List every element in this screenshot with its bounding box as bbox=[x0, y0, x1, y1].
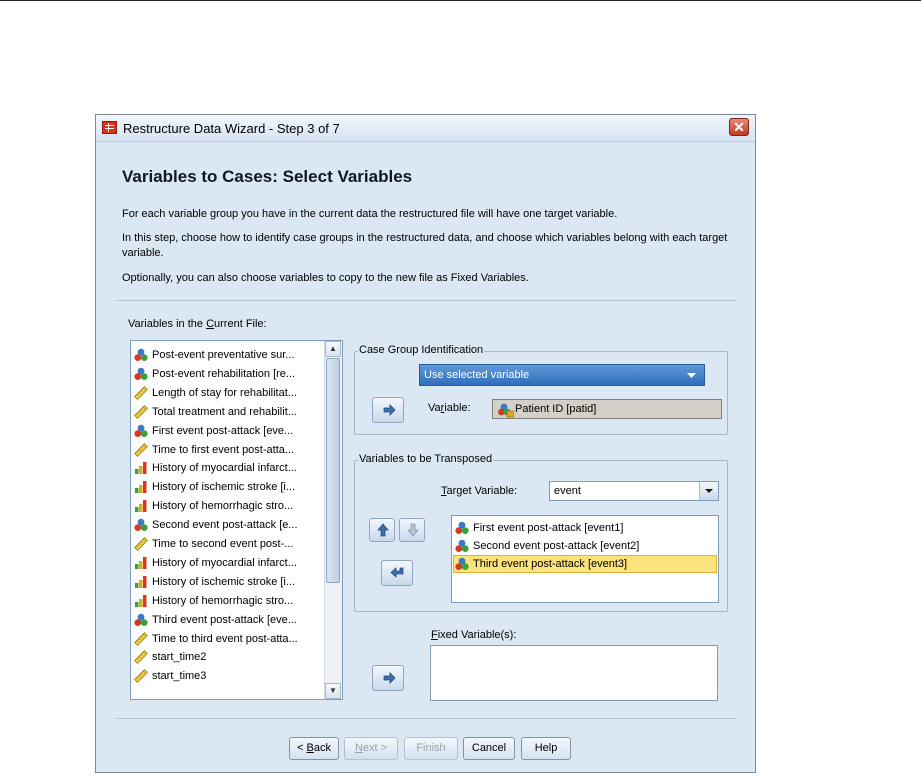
left-arrow-icon bbox=[390, 567, 404, 578]
footer-divider bbox=[116, 718, 736, 719]
source-list-item-label: History of ischemic stroke [i... bbox=[152, 575, 296, 588]
source-list-item-label: History of hemorrhagic stro... bbox=[152, 500, 294, 513]
ordinal-variable-icon bbox=[134, 499, 148, 513]
source-list-item-label: Second event post-attack [e... bbox=[152, 519, 298, 532]
next-button[interactable]: Next > bbox=[344, 737, 398, 760]
move-up-button[interactable] bbox=[369, 518, 395, 542]
restructure-wizard-dialog: Restructure Data Wizard - Step 3 of 7 ✕ … bbox=[95, 114, 756, 773]
source-list-item-label: start_time2 bbox=[152, 651, 207, 664]
variable-label: Variable: bbox=[428, 402, 471, 414]
remove-transposed-button[interactable] bbox=[381, 560, 413, 586]
nominal-variable-icon bbox=[134, 613, 148, 627]
source-list-item-label: History of myocardial infarct... bbox=[152, 556, 297, 569]
case-group-title: Case Group Identification bbox=[358, 344, 485, 356]
transposed-list-item-label: Second event post-attack [event2] bbox=[473, 540, 640, 552]
intro-text-3: Optionally, you can also choose variable… bbox=[122, 272, 529, 284]
nominal-variable-icon bbox=[134, 367, 148, 381]
up-arrow-icon bbox=[377, 523, 389, 537]
source-list-item-label: History of ischemic stroke [i... bbox=[152, 481, 296, 494]
case-group-identification-group: Case Group Identification Use selected v… bbox=[354, 344, 728, 435]
ordinal-variable-icon bbox=[134, 575, 148, 589]
down-arrow-icon bbox=[407, 523, 419, 537]
scroll-up-button[interactable]: ▲ bbox=[325, 341, 341, 357]
help-button[interactable]: Help bbox=[521, 737, 571, 760]
fixed-variables-label: Fixed Variable(s): bbox=[431, 629, 517, 641]
data-editor-icon bbox=[102, 121, 117, 134]
page-title: Variables to Cases: Select Variables bbox=[122, 167, 413, 186]
ordinal-variable-icon bbox=[134, 480, 148, 494]
ordinal-variable-icon bbox=[134, 556, 148, 570]
cancel-button[interactable]: Cancel bbox=[463, 737, 515, 760]
move-case-id-button[interactable] bbox=[372, 397, 404, 423]
scale-variable-icon bbox=[134, 442, 148, 457]
title-bar[interactable]: Restructure Data Wizard - Step 3 of 7 ✕ bbox=[96, 115, 755, 142]
ordinal-variable-icon bbox=[134, 594, 148, 608]
source-list-item-label: start_time3 bbox=[152, 670, 207, 683]
scale-variable-icon bbox=[134, 537, 148, 551]
source-list-item-label: Post-event preventative sur... bbox=[152, 349, 295, 361]
case-id-variable-value: Patient ID [patid] bbox=[515, 403, 597, 415]
source-list-item-label: Post-event rehabilitation [re... bbox=[152, 367, 296, 380]
source-list-item-label: History of hemorrhagic stro... bbox=[152, 594, 294, 607]
scale-variable-icon bbox=[134, 385, 148, 400]
target-variable-select[interactable]: event bbox=[549, 481, 719, 501]
close-button[interactable]: ✕ bbox=[729, 118, 749, 136]
scale-variable-icon bbox=[134, 404, 148, 419]
header-divider bbox=[116, 300, 736, 301]
case-id-variable-field[interactable]: Patient ID [patid] bbox=[492, 399, 722, 419]
fixed-variable-list[interactable] bbox=[430, 645, 718, 701]
intro-text-1: For each variable group you have in the … bbox=[122, 208, 618, 220]
source-list-item-label: Third event post-attack [eve... bbox=[152, 613, 297, 626]
window-title: Restructure Data Wizard - Step 3 of 7 bbox=[123, 121, 340, 136]
transposed-variable-list[interactable]: First event post-attack [event1] Second e… bbox=[451, 515, 719, 603]
chevron-down-icon bbox=[699, 482, 718, 500]
right-arrow-icon bbox=[383, 404, 396, 416]
target-variable-label: Target Variable: bbox=[441, 485, 518, 497]
nominal-variable-icon bbox=[455, 539, 469, 553]
source-list-item-label: History of myocardial infarct... bbox=[152, 462, 297, 475]
source-list-label: Variables in the Current File: bbox=[128, 318, 267, 330]
source-list-scrollbar[interactable]: ▲ ▼ bbox=[324, 341, 342, 699]
source-list-item-label: Time to third event post-atta... bbox=[152, 632, 298, 645]
top-rule bbox=[0, 0, 921, 1]
finish-button[interactable]: Finish bbox=[404, 737, 458, 760]
nominal-variable-icon bbox=[455, 521, 469, 535]
nominal-variable-icon bbox=[134, 424, 148, 438]
scale-variable-icon bbox=[134, 669, 148, 684]
nominal-variable-icon bbox=[134, 348, 148, 362]
ordinal-variable-icon bbox=[134, 461, 148, 475]
case-group-method-select[interactable]: Use selected variable bbox=[419, 364, 705, 386]
case-group-method-value: Use selected variable bbox=[424, 369, 530, 381]
nominal-id-icon bbox=[498, 402, 515, 421]
scale-variable-icon bbox=[134, 650, 148, 665]
transposed-list-item-label: Third event post-attack [event3] bbox=[473, 558, 628, 570]
nominal-variable-icon bbox=[134, 518, 148, 532]
right-arrow-icon bbox=[383, 672, 396, 684]
source-list-item-label: Length of stay for rehabilitat... bbox=[152, 386, 297, 399]
variables-to-transpose-group: Variables to be Transposed Target Variab… bbox=[354, 453, 728, 612]
transpose-group-title: Variables to be Transposed bbox=[358, 453, 494, 465]
back-button[interactable]: < Back bbox=[289, 737, 339, 760]
source-list-item-label: Time to second event post-... bbox=[152, 538, 294, 550]
move-down-button[interactable] bbox=[399, 518, 425, 542]
intro-text-2: In this step, choose how to identify cas… bbox=[122, 232, 728, 259]
move-fixed-button[interactable] bbox=[372, 665, 404, 691]
nominal-variable-icon bbox=[455, 557, 469, 571]
scroll-down-button[interactable]: ▼ bbox=[325, 683, 341, 699]
scroll-thumb[interactable] bbox=[326, 358, 340, 583]
target-variable-value: event bbox=[554, 485, 581, 497]
scale-variable-icon bbox=[134, 631, 148, 646]
source-list-item-label: Total treatment and rehabilit... bbox=[152, 405, 297, 418]
transposed-list-item-label: First event post-attack [event1] bbox=[473, 522, 624, 534]
source-list-item-label: Time to first event post-atta... bbox=[152, 443, 295, 456]
source-variable-list[interactable]: ▲ ▼ Post-event preventative sur... Post-e… bbox=[130, 340, 343, 700]
source-list-item-label: First event post-attack [eve... bbox=[152, 424, 294, 437]
